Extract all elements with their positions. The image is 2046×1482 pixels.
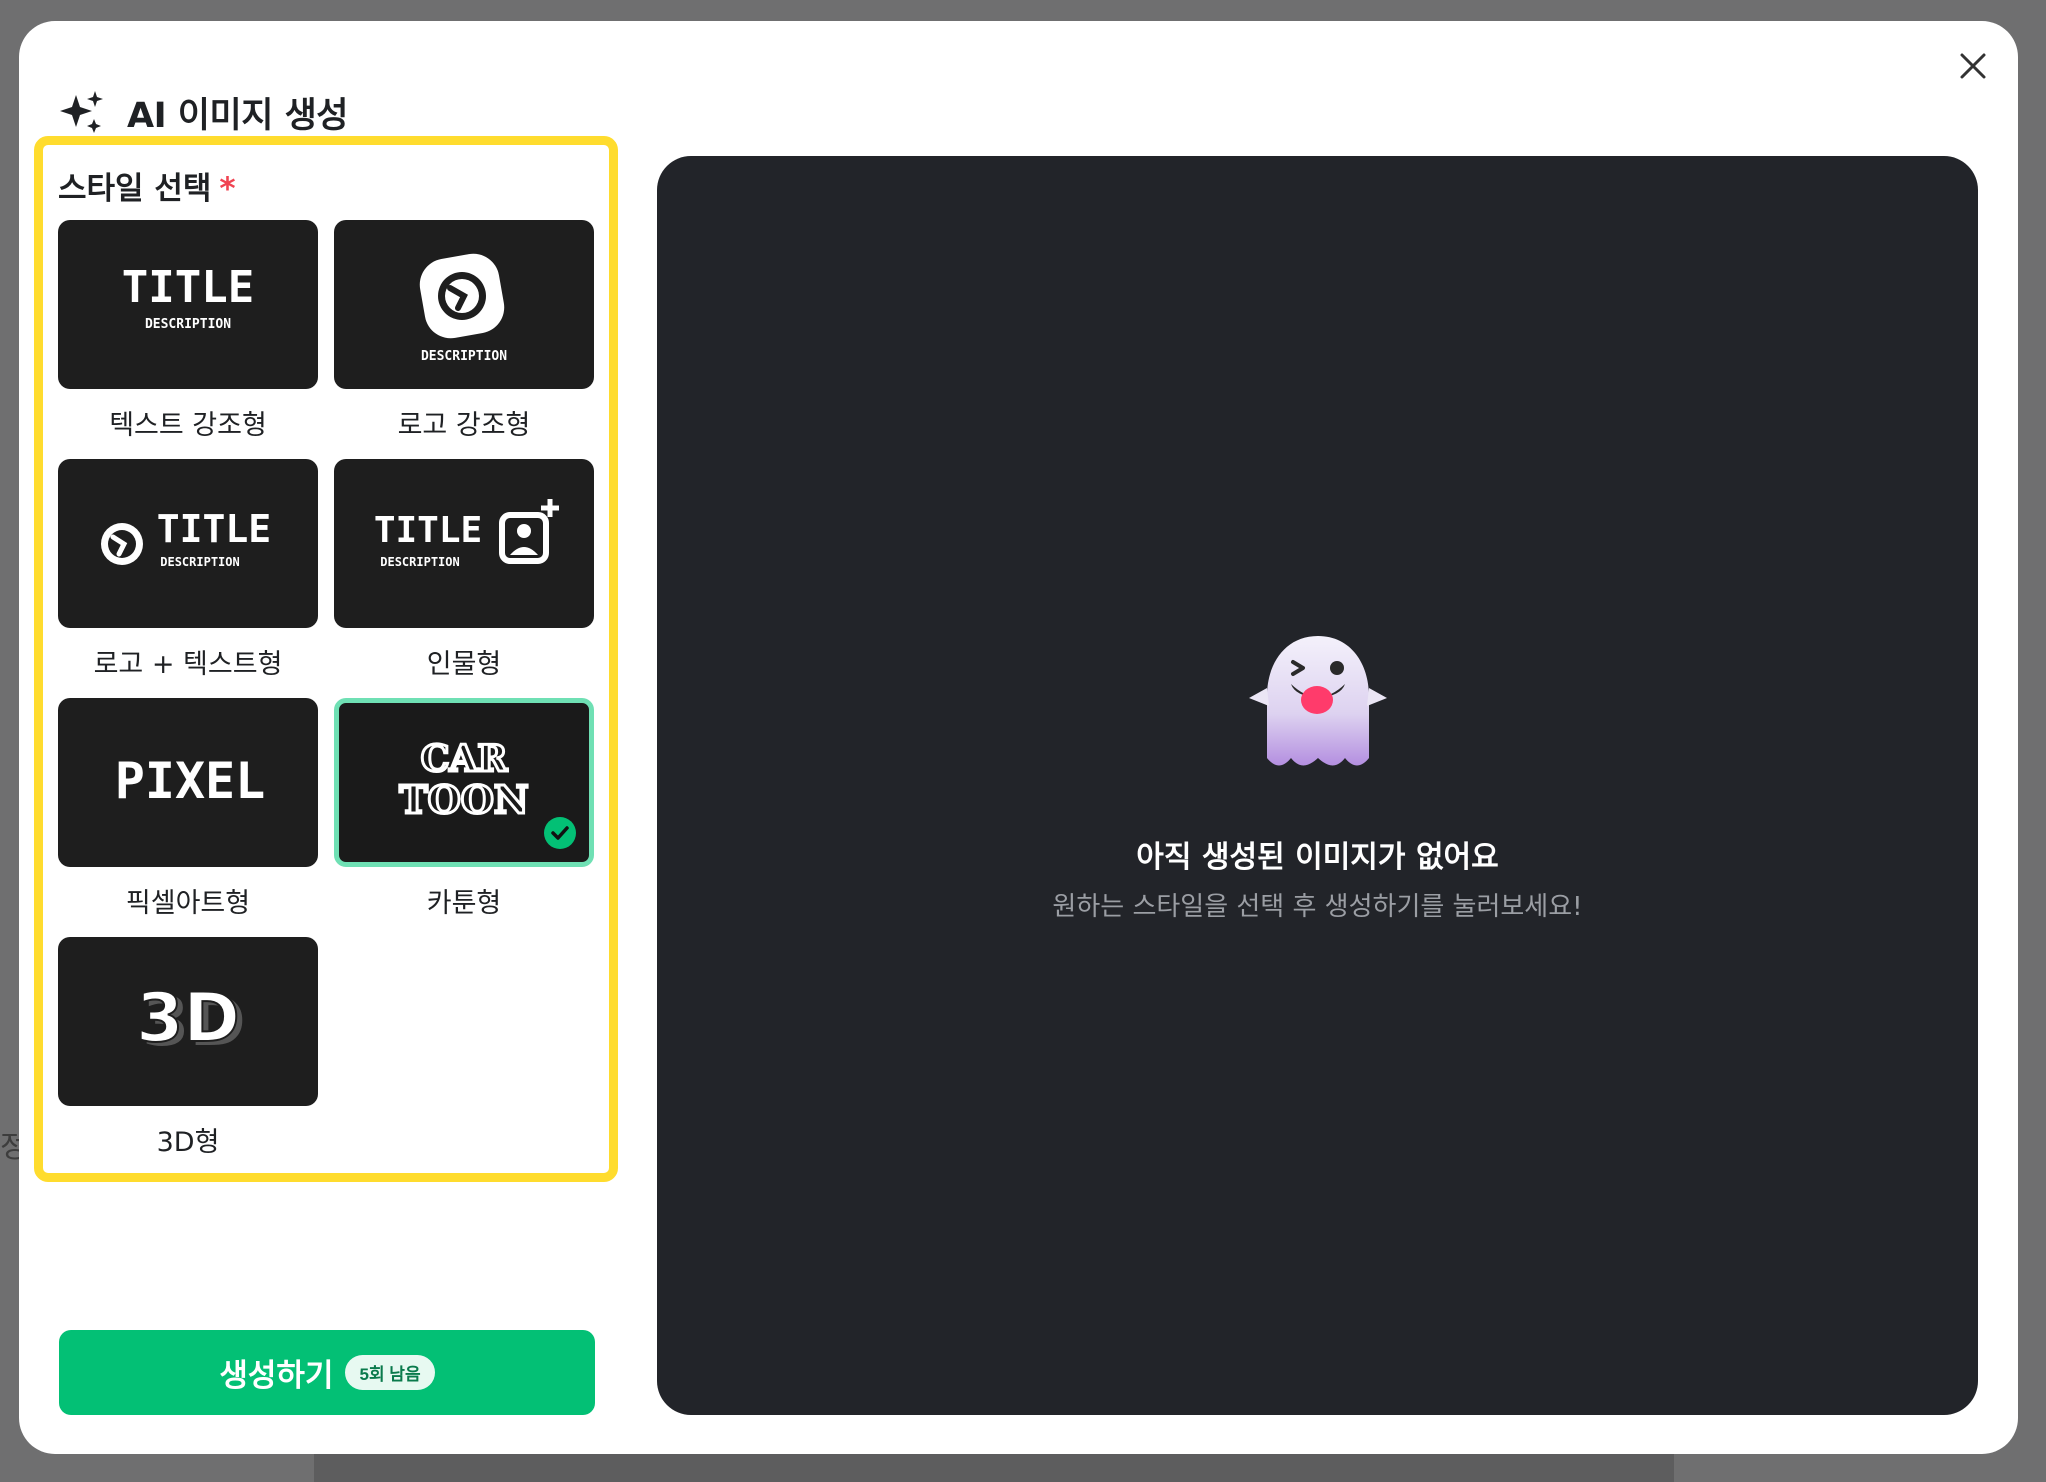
style-select-panel: 스타일 선택 * TITLE DESCRIPTION 텍스트 강조형 DESCR… xyxy=(34,136,618,1182)
modal-title: AI 이미지 생성 xyxy=(127,95,348,136)
text-style-thumbnail: TITLE DESCRIPTION xyxy=(122,262,254,332)
style-option-logo-text[interactable]: TITLE DESCRIPTION 로고 + 텍스트형 xyxy=(58,459,318,698)
style-option-logo[interactable]: DESCRIPTION 로고 강조형 xyxy=(334,220,594,459)
logo-text-style-thumbnail: TITLE DESCRIPTION xyxy=(101,507,271,569)
style-thumb-pixel: PIXEL xyxy=(58,698,318,867)
style-option-label: 로고 강조형 xyxy=(397,410,531,441)
style-thumb-logo: DESCRIPTION xyxy=(334,220,594,389)
empty-state-description: 원하는 스타일을 선택 후 생성하기를 눌러보세요! xyxy=(1052,892,1583,922)
remaining-count-badge: 5회 남음 xyxy=(345,1355,435,1390)
style-option-label: 로고 + 텍스트형 xyxy=(93,649,283,680)
thumb-desc-text: DESCRIPTION xyxy=(160,555,239,569)
style-options-grid: TITLE DESCRIPTION 텍스트 강조형 DESCRIPTION 로고… xyxy=(58,220,594,1176)
thumb-title-text: TITLE xyxy=(374,510,482,551)
thumb-desc-text: DESCRIPTION xyxy=(421,349,507,364)
background-page-strip xyxy=(314,1453,1674,1482)
required-mark: * xyxy=(219,171,236,207)
style-option-label: 카툰형 xyxy=(426,888,502,919)
generate-button[interactable]: 생성하기 5회 남음 xyxy=(59,1330,595,1415)
add-photo-icon xyxy=(499,499,559,564)
thumb-desc-text: DESCRIPTION xyxy=(145,317,231,332)
style-option-person[interactable]: TITLE DESCRIPTION 인물형 xyxy=(334,459,594,698)
thumb-title-text-2: TOON xyxy=(399,777,528,822)
ghost-icon xyxy=(1249,636,1387,766)
pixel-style-thumbnail: PIXEL xyxy=(115,752,266,810)
logo-icon xyxy=(419,253,505,339)
style-option-cartoon[interactable]: CAR TOON 카툰형 xyxy=(334,698,594,937)
style-thumb-text: TITLE DESCRIPTION xyxy=(58,220,318,389)
style-option-pixel[interactable]: PIXEL 픽셀아트형 xyxy=(58,698,318,937)
thumb-title-text: TITLE xyxy=(157,507,271,551)
style-thumb-cartoon: CAR TOON xyxy=(334,698,594,867)
logo-style-thumbnail: DESCRIPTION xyxy=(419,253,507,364)
ai-image-modal: AI 이미지 생성 스타일 선택 * TITLE DESCRIPTION 텍스트 … xyxy=(19,21,2018,1454)
style-option-text[interactable]: TITLE DESCRIPTION 텍스트 강조형 xyxy=(58,220,318,459)
thumb-title-text: 3D xyxy=(136,979,240,1058)
sparkle-icon xyxy=(60,91,103,133)
close-button[interactable] xyxy=(1954,47,1992,85)
person-style-thumbnail: TITLE DESCRIPTION xyxy=(374,499,559,569)
style-option-label: 인물형 xyxy=(426,649,502,680)
style-thumb-3d: 3D 3D xyxy=(58,937,318,1106)
thumb-title-text: CAR xyxy=(421,738,509,780)
style-section-title: 스타일 선택 * xyxy=(58,171,236,207)
thumb-title-text: PIXEL xyxy=(115,752,266,810)
style-option-label: 픽셀아트형 xyxy=(125,888,251,919)
generate-label: 생성하기 xyxy=(219,1358,334,1393)
style-thumb-person: TITLE DESCRIPTION xyxy=(334,459,594,628)
image-preview-panel: 아직 생성된 이미지가 없어요 원하는 스타일을 선택 후 생성하기를 눌러보세… xyxy=(657,156,1978,1415)
logo-icon xyxy=(101,523,143,565)
3d-style-thumbnail: 3D 3D xyxy=(135,978,246,1062)
style-option-3d[interactable]: 3D 3D 3D형 xyxy=(58,937,318,1176)
style-thumb-logo-text: TITLE DESCRIPTION xyxy=(58,459,318,628)
check-circle-icon xyxy=(544,817,576,849)
empty-state-title: 아직 생성된 이미지가 없어요 xyxy=(1136,840,1499,875)
thumb-title-text: TITLE xyxy=(122,262,254,313)
close-icon xyxy=(1960,53,1986,79)
style-option-label: 텍스트 강조형 xyxy=(109,410,267,441)
thumb-desc-text: DESCRIPTION xyxy=(380,555,459,569)
style-option-label: 3D형 xyxy=(156,1127,220,1158)
